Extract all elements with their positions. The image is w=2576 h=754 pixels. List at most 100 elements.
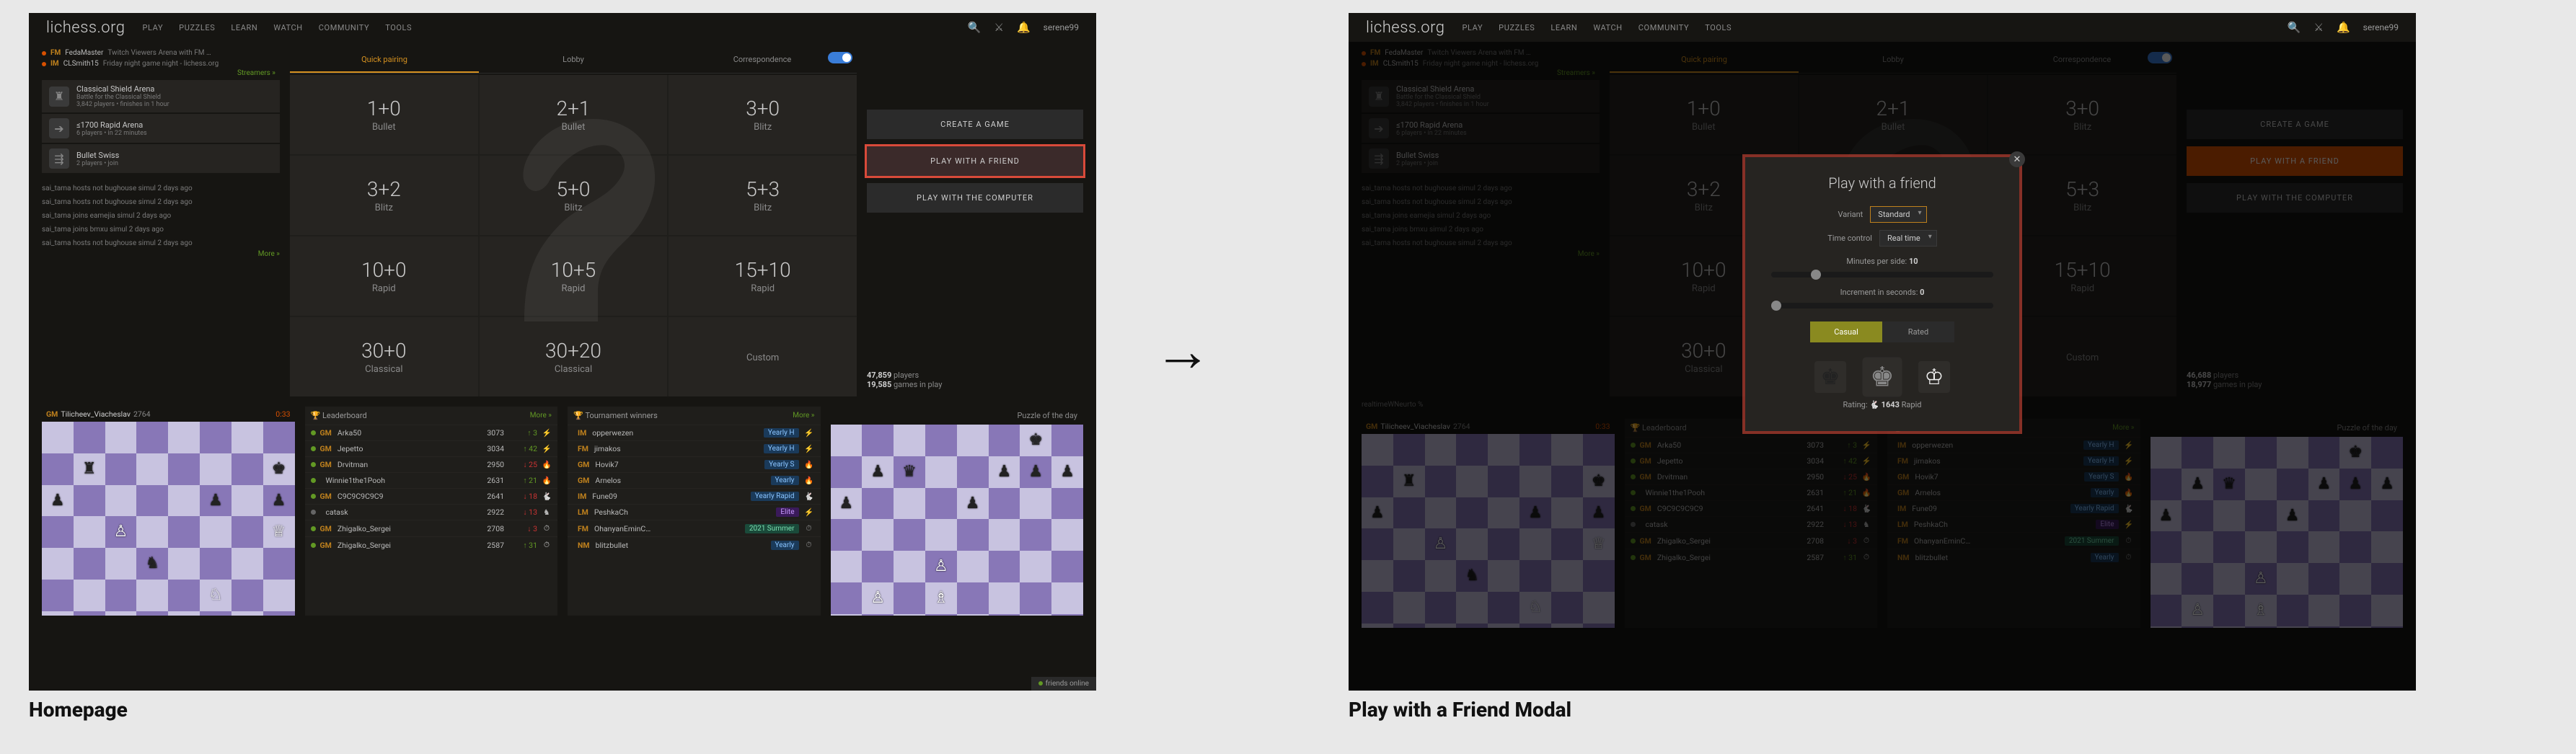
friends-online[interactable]: friends online — [1031, 677, 1096, 691]
leaderboard-row[interactable]: GM Zhigalko_Sergei 2708 ↓ 3 ⏱ — [305, 520, 558, 536]
casual-button[interactable]: Casual — [1810, 321, 1882, 342]
tv-board[interactable]: ♜♚♟♟♟♙♕♞♘♙♗♙♙♖♔ — [42, 422, 295, 616]
timeline-row[interactable]: sai_tama joins bmxu simul 2 days ago — [42, 223, 280, 236]
color-white-button[interactable]: ♔ — [1918, 361, 1950, 393]
pool-toggle[interactable] — [828, 52, 852, 63]
challenge-icon[interactable]: ⚔ — [2314, 21, 2324, 34]
search-icon[interactable]: 🔍 — [2288, 21, 2301, 34]
twinner-row[interactable]: FM jimakos Yearly H ⚡ — [568, 440, 821, 456]
nav-community[interactable]: COMMUNITY — [1638, 23, 1689, 32]
brand[interactable]: lichess.org — [46, 19, 125, 37]
timeline-more[interactable]: More » — [42, 250, 280, 258]
tc-category: Blitz — [754, 122, 772, 133]
nav-tools[interactable]: TOOLS — [385, 23, 412, 32]
nav-community[interactable]: COMMUNITY — [319, 23, 369, 32]
tc-cell-2+1[interactable]: 2+1Bullet — [480, 75, 668, 154]
top-nav: lichess.org PLAY PUZZLES LEARN WATCH COM… — [1349, 13, 2416, 42]
streamer-row[interactable]: FM FedaMaster Twitch Viewers Arena with … — [42, 48, 280, 58]
color-black-button[interactable]: ♚ — [1814, 361, 1846, 393]
nav-puzzles[interactable]: PUZZLES — [1499, 23, 1535, 32]
tournament-row[interactable]: ⇶ Bullet Swiss 2 players • join — [42, 144, 280, 173]
tab-quick-pairing[interactable]: Quick pairing — [290, 48, 479, 73]
streamers: FM FedaMaster Twitch Viewers Arena with … — [42, 48, 280, 77]
nav-watch[interactable]: WATCH — [1593, 23, 1622, 32]
brand[interactable]: lichess.org — [1366, 19, 1445, 37]
player-rating: 2950 — [487, 460, 504, 469]
challenge-icon[interactable]: ⚔ — [994, 21, 1004, 34]
leaderboard-row[interactable]: GM Jepetto 3034 ↑ 42 ⚡ — [305, 440, 558, 456]
twinners-more[interactable]: More » — [793, 412, 814, 420]
nav-learn[interactable]: LEARN — [231, 23, 257, 32]
tc-cell-3+0[interactable]: 3+0Blitz — [669, 75, 857, 154]
color-random-button[interactable]: ♚ — [1863, 358, 1902, 397]
tc-cell-10+0[interactable]: 10+0Rapid — [290, 236, 478, 316]
tv-player-header[interactable]: GM Tilicheev_Viacheslav 2764 0:33 — [42, 407, 295, 422]
tc-cell-15+10[interactable]: 15+10Rapid — [669, 236, 857, 316]
variant-select[interactable]: Standard — [1870, 206, 1926, 223]
square — [263, 580, 295, 611]
nav-tools[interactable]: TOOLS — [1705, 23, 1732, 32]
play-with-computer-button[interactable]: PLAY WITH THE COMPUTER — [867, 183, 1083, 213]
play-with-friend-button[interactable]: PLAY WITH A FRIEND — [867, 146, 1083, 176]
tc-cell-1+0[interactable]: 1+0Bullet — [290, 75, 478, 154]
tab-lobby[interactable]: Lobby — [479, 48, 668, 73]
nav-puzzles[interactable]: PUZZLES — [179, 23, 215, 32]
leaderboard-row[interactable]: GM Arka50 3073 ↑ 3 ⚡ — [305, 425, 558, 440]
close-icon[interactable]: ✕ — [2009, 151, 2025, 167]
tc-cell-10+5[interactable]: 10+5Rapid — [480, 236, 668, 316]
timeline-row[interactable]: sai_tama joins eamejia simul 2 days ago — [42, 209, 280, 223]
tc-cell-30+20[interactable]: 30+20Classical — [480, 317, 668, 396]
nav-play[interactable]: PLAY — [1463, 23, 1483, 32]
tc-cell-3+2[interactable]: 3+2Blitz — [290, 156, 478, 235]
online-dot-icon — [311, 446, 316, 451]
nav-watch[interactable]: WATCH — [273, 23, 302, 32]
streamer-name: FedaMaster — [65, 49, 103, 57]
player-name: catask — [326, 507, 483, 517]
nav-learn[interactable]: LEARN — [1551, 23, 1577, 32]
minutes-slider[interactable] — [1771, 272, 1993, 278]
puzzle-board[interactable]: ♚♟♛♟♟♟♟♟♙♙♗♙♙♙♙♕♔ — [831, 425, 1084, 616]
twinner-row[interactable]: IM opperwezen Yearly H ⚡ — [568, 425, 821, 440]
timecontrol-select[interactable]: Real time — [1879, 230, 1937, 247]
timeline-row[interactable]: sai_tama hosts not bughouse simul 2 days… — [42, 195, 280, 209]
increment-slider[interactable] — [1771, 303, 1993, 309]
streamer-row[interactable]: IM CLSmith15 Friday night game night - l… — [42, 58, 280, 69]
square — [1020, 488, 1051, 520]
square — [231, 516, 263, 548]
twinner-row[interactable]: FM OhanyanEminC… 2021 Summer ⏱ — [568, 520, 821, 536]
leaderboard-row[interactable]: catask 2922 ↓ 13 ♞ — [305, 504, 558, 520]
square — [1020, 551, 1051, 582]
timeline-row[interactable]: sai_tama hosts not bughouse simul 2 days… — [42, 236, 280, 250]
rated-button[interactable]: Rated — [1882, 321, 1954, 342]
twinner-row[interactable]: NM blitzbullet Yearly ⏱ — [568, 536, 821, 553]
leaderboard-row[interactable]: GM C9C9C9C9C9 2641 ↓ 18 🐇 — [305, 488, 558, 504]
username[interactable]: serene99 — [2363, 22, 2399, 32]
twinner-row[interactable]: GM Hovik7 Yearly S 🔥 — [568, 456, 821, 472]
search-icon[interactable]: 🔍 — [968, 21, 982, 34]
tournament-row[interactable]: ➔ ≤1700 Rapid Arena 6 players • in 22 mi… — [42, 114, 280, 143]
leaderboard-row[interactable]: Winnie1the1Pooh 2631 ↑ 21 🔥 — [305, 472, 558, 488]
twinner-row[interactable]: IM Fune09 Yearly Rapid 🐇 — [568, 488, 821, 504]
leaderboard-more[interactable]: More » — [530, 412, 552, 420]
leaderboard-row[interactable]: GM Zhigalko_Sergei 2587 ↑ 31 ⏱ — [305, 536, 558, 553]
tournament-row[interactable]: ♜ Classical Shield Arena Battle for the … — [42, 80, 280, 112]
twinner-row[interactable]: LM PeshkaCh Elite ⚡ — [568, 504, 821, 520]
square — [168, 516, 200, 548]
bell-icon[interactable]: 🔔 — [1017, 21, 1031, 34]
tc-value: 5+3 — [746, 177, 780, 201]
twinner-row[interactable]: GM Arnelos Yearly 🔥 — [568, 472, 821, 488]
create-game-button[interactable]: CREATE A GAME — [867, 110, 1083, 139]
tc-cell-5+0[interactable]: 5+0Blitz — [480, 156, 668, 235]
player-rating: 2708 — [487, 524, 504, 533]
puzzle-header[interactable]: Puzzle of the day — [831, 407, 1084, 425]
tc-cell-30+0[interactable]: 30+0Classical — [290, 317, 478, 396]
streamers-more[interactable]: Streamers » — [42, 69, 280, 77]
tc-cell-custom[interactable]: Custom — [669, 317, 857, 396]
timeline-row[interactable]: sai_tama hosts not bughouse simul 2 days… — [42, 182, 280, 195]
square — [831, 519, 863, 551]
nav-play[interactable]: PLAY — [143, 23, 164, 32]
username[interactable]: serene99 — [1044, 22, 1079, 32]
leaderboard-row[interactable]: GM Drvitman 2950 ↓ 25 🔥 — [305, 456, 558, 472]
tc-cell-5+3[interactable]: 5+3Blitz — [669, 156, 857, 235]
bell-icon[interactable]: 🔔 — [2337, 21, 2350, 34]
